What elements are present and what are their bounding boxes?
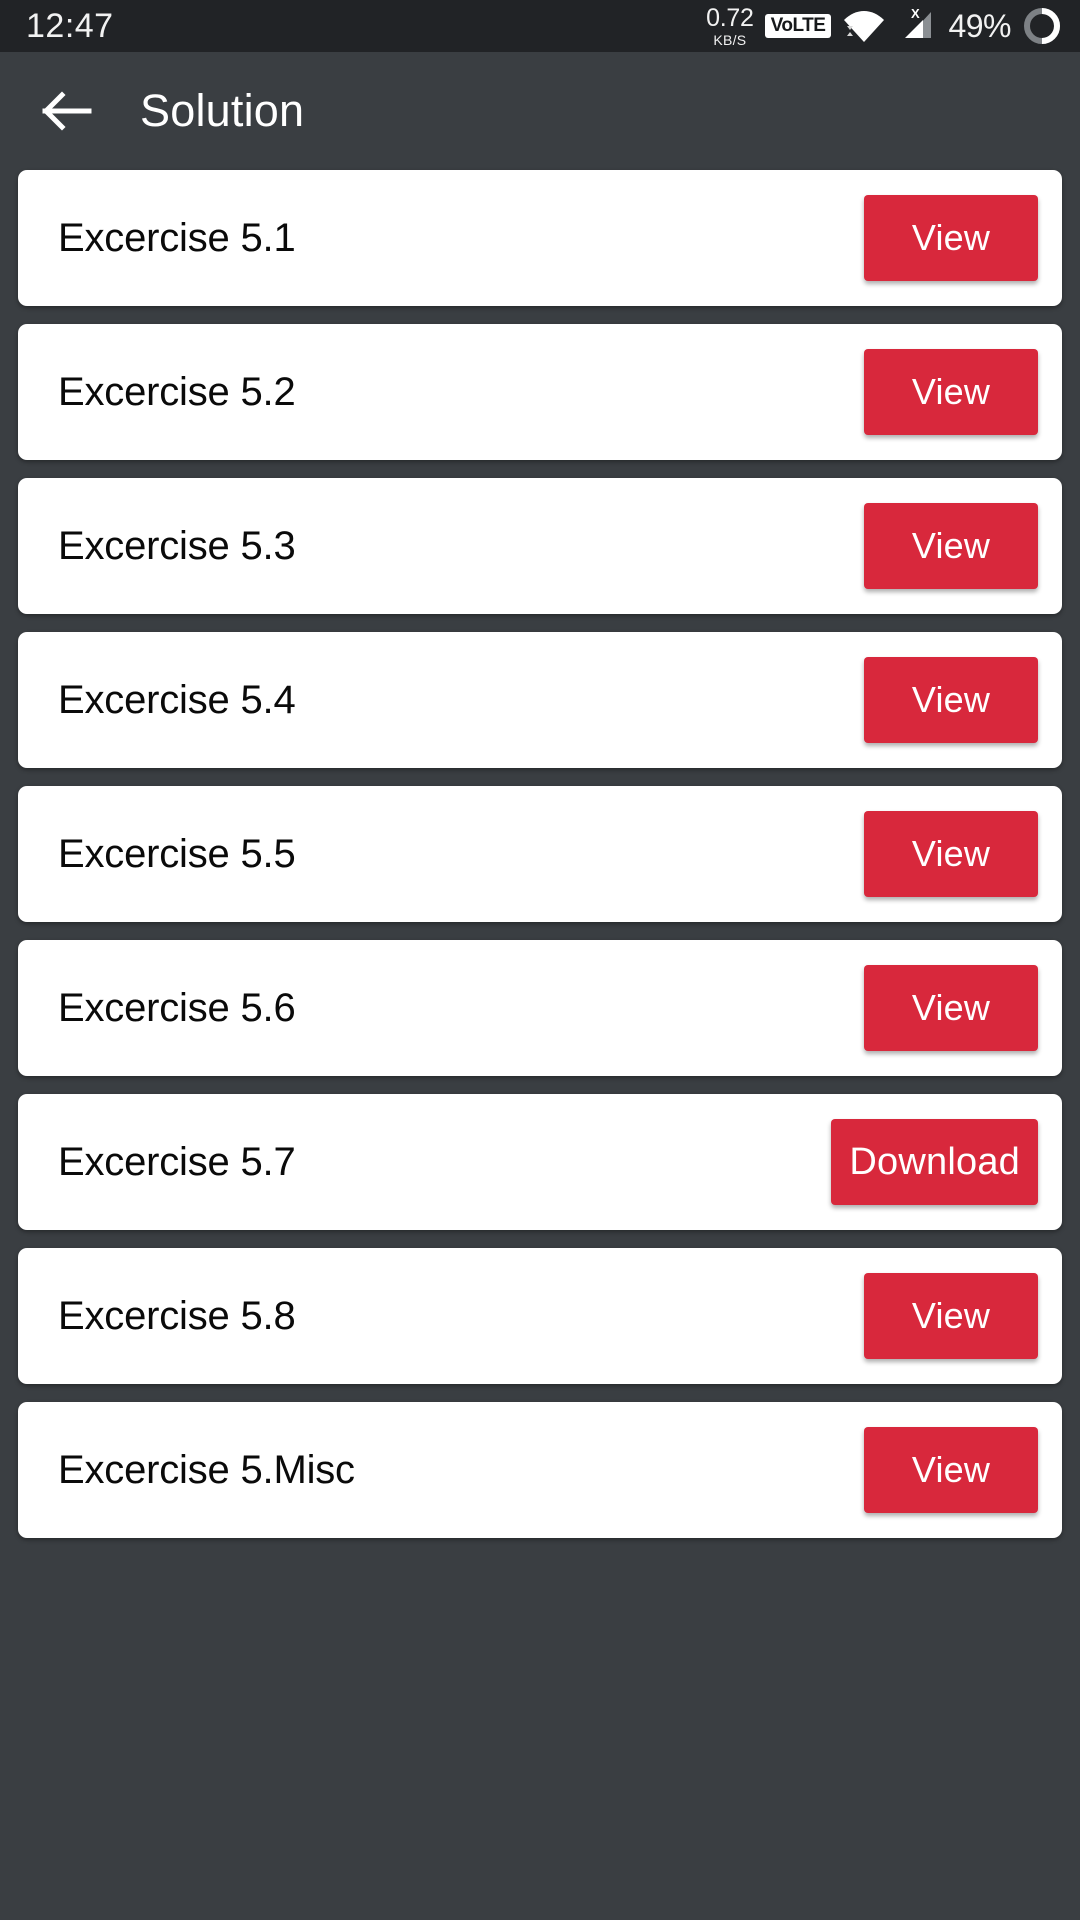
exercise-list: Excercise 5.1 View Excercise 5.2 View Excerc… xyxy=(0,170,1080,1538)
list-item[interactable]: Excercise 5.2 View xyxy=(18,324,1062,460)
status-bar-clock: 12:47 xyxy=(26,6,114,45)
list-item-label: Excercise 5.1 xyxy=(58,215,296,260)
back-arrow-icon xyxy=(42,91,92,131)
view-button[interactable]: View xyxy=(864,965,1038,1051)
view-button[interactable]: View xyxy=(864,503,1038,589)
network-speed-unit: KB/S xyxy=(713,31,747,48)
svg-text:X: X xyxy=(911,6,920,21)
wifi-icon xyxy=(844,11,885,42)
view-button[interactable]: View xyxy=(864,811,1038,897)
view-button[interactable]: View xyxy=(864,1427,1038,1513)
list-item[interactable]: Excercise 5.7 Download xyxy=(18,1094,1062,1230)
list-item[interactable]: Excercise 5.1 View xyxy=(18,170,1062,306)
list-item[interactable]: Excercise 5.Misc View xyxy=(18,1402,1062,1538)
signal-no-sim-icon: X xyxy=(905,6,932,38)
list-item-label: Excercise 5.3 xyxy=(58,523,296,568)
view-button[interactable]: View xyxy=(864,657,1038,743)
list-item-label: Excercise 5.5 xyxy=(58,831,296,876)
view-button[interactable]: View xyxy=(864,195,1038,281)
list-item[interactable]: Excercise 5.5 View xyxy=(18,786,1062,922)
list-item-label: Excercise 5.2 xyxy=(58,369,296,414)
view-button[interactable]: View xyxy=(864,349,1038,435)
list-item-label: Excercise 5.7 xyxy=(58,1139,296,1184)
list-item-label: Excercise 5.Misc xyxy=(58,1447,355,1492)
network-speed-indicator: 0.72 KB/S xyxy=(706,3,754,48)
view-button[interactable]: View xyxy=(864,1273,1038,1359)
status-bar-icons: 0.72 KB/S VoLTE X 49% xyxy=(706,3,1062,48)
back-button[interactable] xyxy=(38,82,96,140)
list-item-label: Excercise 5.8 xyxy=(58,1293,296,1338)
list-item[interactable]: Excercise 5.8 View xyxy=(18,1248,1062,1384)
battery-ring-icon xyxy=(1024,8,1060,44)
volte-icon: VoLTE xyxy=(764,14,832,38)
status-bar: 12:47 0.72 KB/S VoLTE X 49% xyxy=(0,0,1080,52)
list-item[interactable]: Excercise 5.6 View xyxy=(18,940,1062,1076)
app-bar: Solution xyxy=(0,52,1080,170)
page-title: Solution xyxy=(140,85,305,136)
network-speed-value: 0.72 xyxy=(706,3,754,32)
battery-percent-label: 49% xyxy=(948,7,1011,44)
list-item-label: Excercise 5.4 xyxy=(58,677,296,722)
list-item-label: Excercise 5.6 xyxy=(58,985,296,1030)
download-button[interactable]: Download xyxy=(831,1119,1038,1205)
list-item[interactable]: Excercise 5.3 View xyxy=(18,478,1062,614)
list-item[interactable]: Excercise 5.4 View xyxy=(18,632,1062,768)
